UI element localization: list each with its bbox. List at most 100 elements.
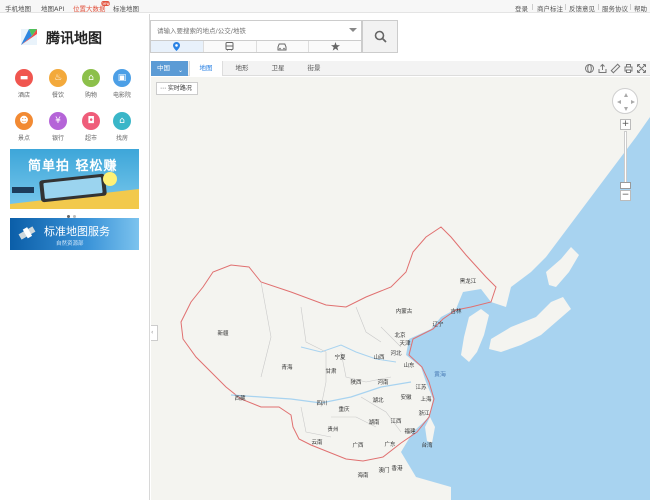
- province-label: 内蒙古: [395, 309, 413, 315]
- map-api-link[interactable]: 地图API: [41, 3, 64, 13]
- province-label: 香港: [391, 466, 403, 472]
- compass-control[interactable]: [612, 88, 638, 114]
- zoom-out-button[interactable]: −: [620, 190, 631, 201]
- search-button[interactable]: [362, 20, 398, 53]
- province-label: 四川: [316, 401, 328, 407]
- terms-link[interactable]: 服务协议: [602, 3, 628, 13]
- star-icon: [330, 42, 340, 51]
- house-icon: ⌂: [113, 112, 131, 130]
- province-label: 福建: [404, 429, 416, 435]
- province-label: 江西: [390, 419, 402, 425]
- province-label: 上海: [420, 397, 432, 403]
- province-label: 澳门: [378, 468, 390, 474]
- tencent-map-logo-icon[interactable]: [18, 26, 40, 48]
- category-label: 电影院: [112, 92, 131, 99]
- province-label: 浙江: [418, 411, 430, 417]
- category-label: 酒店: [17, 92, 30, 99]
- location-bigdata-link[interactable]: 位置大数据 new: [73, 1, 110, 13]
- province-label: 宁夏: [334, 355, 346, 361]
- bus-icon: [225, 42, 234, 51]
- divider: [630, 4, 631, 10]
- category-label: 购物: [84, 92, 97, 99]
- province-label: 北京: [394, 333, 406, 339]
- standard-map-banner[interactable]: 标准地图服务 自然资源部: [10, 218, 139, 250]
- zoom-slider-track[interactable]: [624, 131, 627, 186]
- print-icon[interactable]: [623, 63, 634, 74]
- search-dropdown-icon[interactable]: [349, 28, 357, 32]
- province-label: 广西: [352, 443, 364, 449]
- search-box: [150, 20, 362, 40]
- province-label: 陕西: [350, 380, 362, 386]
- province-label: 吉林: [450, 309, 462, 315]
- region-selector[interactable]: 中国 ⌄: [151, 61, 188, 76]
- category-label: 景点: [17, 135, 30, 142]
- standard-map-banner-subtitle: 自然资源部: [56, 241, 84, 247]
- mode-car[interactable]: [257, 41, 310, 52]
- map-toolbar: 中国 ⌄ 地图 地形 卫星 街景: [151, 61, 650, 76]
- category-food[interactable]: ♨ 餐饮: [46, 69, 70, 99]
- help-link[interactable]: 帮助: [634, 3, 647, 13]
- province-label: 甘肃: [325, 369, 337, 375]
- category-person[interactable]: ☻ 景点: [12, 112, 36, 142]
- category-bag[interactable]: ◘ 超市: [79, 112, 103, 142]
- search-input[interactable]: [151, 21, 345, 40]
- tab-map[interactable]: 地图: [189, 61, 223, 76]
- province-label: 山东: [403, 363, 415, 369]
- mode-bus[interactable]: [204, 41, 257, 52]
- merchant-mark-link[interactable]: 商户标注: [537, 3, 563, 13]
- divider: [598, 4, 599, 10]
- person-icon: ☻: [15, 112, 33, 130]
- promo-banner-photo[interactable]: 简单拍 轻松赚: [10, 149, 139, 209]
- search-icon: [374, 30, 387, 43]
- category-yuan[interactable]: ¥ 银行: [46, 112, 70, 142]
- divider: [565, 4, 566, 10]
- province-label: 辽宁: [432, 322, 444, 328]
- login-link[interactable]: 登录: [515, 3, 528, 13]
- fullscreen-icon[interactable]: [636, 63, 647, 74]
- chevron-down-icon: ⌄: [177, 67, 183, 74]
- map-canvas[interactable]: 黑龙江 吉林 辽宁 内蒙古 北京 天津 河北 山西 山东 宁夏 甘肃 新疆 青海 陕西 河南 江苏 上海 安徽 湖北…: [151, 77, 650, 500]
- province-label: 重庆: [338, 407, 350, 413]
- province-label: 台湾: [421, 443, 433, 449]
- page: 手机地图 地图API 位置大数据 new 标准地图 登录 商户标注 反馈意见 服…: [0, 0, 650, 500]
- zoom-slider-handle[interactable]: [620, 182, 631, 189]
- category-label: 餐饮: [51, 92, 64, 99]
- zoom-in-button[interactable]: +: [620, 119, 631, 130]
- province-label: 湖南: [368, 420, 380, 426]
- category-basket[interactable]: ⌂ 购物: [79, 69, 103, 99]
- province-label: 广东: [384, 442, 396, 448]
- realtime-traffic-button[interactable]: ⋯ 实时路况: [156, 82, 198, 95]
- location-bigdata-label: 位置大数据: [73, 5, 106, 13]
- ruler-icon[interactable]: [610, 63, 621, 74]
- category-label: 找房: [115, 135, 128, 142]
- car-icon: [277, 43, 287, 50]
- yuan-icon: ¥: [49, 112, 67, 130]
- tab-terrain[interactable]: 地形: [225, 61, 259, 76]
- logo-text[interactable]: 腾讯地图: [46, 28, 102, 48]
- standard-map-banner-title: 标准地图服务: [44, 225, 110, 238]
- category-bed[interactable]: ▬ 酒店: [12, 69, 36, 99]
- feedback-link[interactable]: 反馈意见: [569, 3, 595, 13]
- share-icon[interactable]: [597, 63, 608, 74]
- province-label: 海南: [357, 473, 369, 479]
- new-badge: new: [101, 1, 110, 6]
- mode-favorites[interactable]: [309, 41, 361, 52]
- collapse-panel-button[interactable]: ‹: [151, 325, 158, 341]
- province-label: 天津: [399, 341, 411, 347]
- category-label: 超市: [84, 135, 97, 142]
- province-label: 云南: [311, 440, 323, 446]
- bed-icon: ▬: [15, 69, 33, 87]
- category-house[interactable]: ⌂ 找房: [110, 112, 134, 142]
- divider: [532, 4, 533, 10]
- category-film[interactable]: ▣ 电影院: [110, 69, 134, 99]
- mobile-map-link[interactable]: 手机地图: [5, 3, 31, 13]
- category-label: 银行: [51, 135, 64, 142]
- earth-icon[interactable]: [584, 63, 595, 74]
- tab-street-view[interactable]: 街景: [297, 61, 331, 76]
- tab-satellite[interactable]: 卫星: [261, 61, 295, 76]
- standard-map-link[interactable]: 标准地图: [113, 3, 139, 13]
- film-icon: ▣: [113, 69, 131, 87]
- mode-location[interactable]: [151, 41, 204, 52]
- province-label: 黑龙江: [459, 279, 477, 285]
- satellite-icon: [18, 226, 36, 240]
